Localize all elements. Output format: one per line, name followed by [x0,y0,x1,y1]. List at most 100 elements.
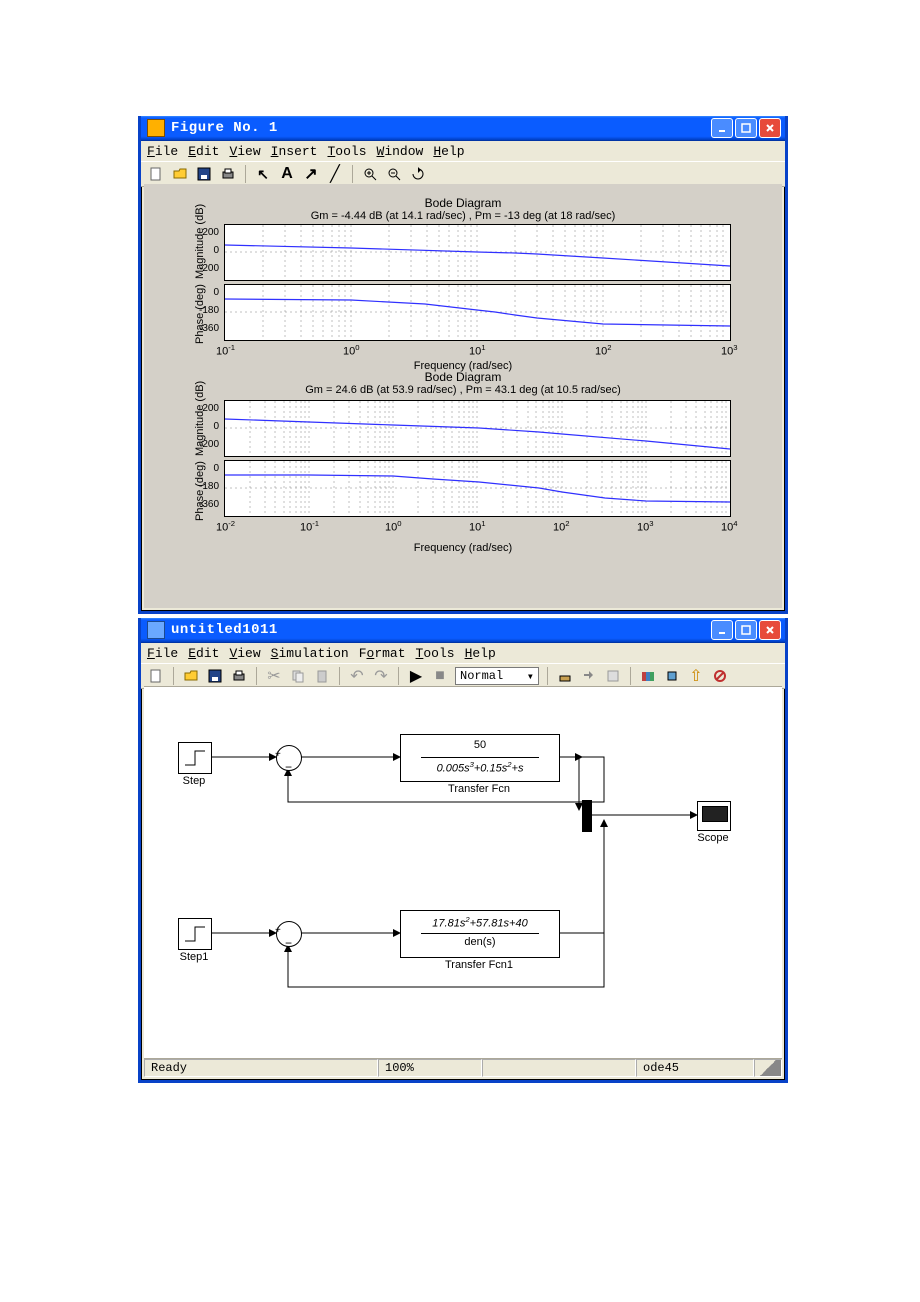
bode2-xtick5: 103 [637,519,654,534]
new-icon[interactable] [147,667,165,685]
arrow-icon[interactable]: ↗ [302,165,320,183]
text-icon[interactable]: A [278,165,296,183]
menu-edit[interactable]: Edit [188,144,219,159]
minimize-button[interactable] [711,620,733,640]
build-icon[interactable] [556,667,574,685]
menu-view[interactable]: View [229,646,260,661]
step-block[interactable] [178,742,212,774]
bode2-xtick6: 104 [721,519,738,534]
bode2-magnitude-axes[interactable] [224,400,731,457]
rotate-icon[interactable] [409,165,427,183]
bode2-xtick4: 102 [553,519,570,534]
goto-parent-icon[interactable]: ⇧ [687,667,705,685]
step-label: Step [170,775,218,787]
bode2-xlabel: Frequency (rad/sec) [144,542,782,554]
menu-window[interactable]: Window [377,144,424,159]
menu-edit[interactable]: Edit [188,646,219,661]
debugger-icon[interactable] [663,667,681,685]
print-icon[interactable] [230,667,248,685]
bode1-xtick0: 10-1 [216,343,235,358]
save-icon[interactable] [206,667,224,685]
sum1-block[interactable]: + − [276,921,302,947]
library-icon[interactable] [639,667,657,685]
menu-file[interactable]: File [147,144,178,159]
transfer-fcn-block[interactable]: 50 0.005s3+0.15s2+s [400,734,560,782]
tf-denominator: 0.005s3+0.15s2+s [401,760,559,775]
figure-canvas: Bode Diagram Gm = -4.44 dB (at 14.1 rad/… [144,184,782,608]
status-ready: Ready [144,1059,378,1077]
menu-insert[interactable]: Insert [271,144,318,159]
menu-help[interactable]: Help [433,144,464,159]
update-icon[interactable] [580,667,598,685]
menu-format[interactable]: Format [359,646,406,661]
menu-file[interactable]: File [147,646,178,661]
step1-label: Step1 [170,951,218,963]
bode2-xtick1: 10-1 [300,519,319,534]
maximize-button[interactable] [735,620,757,640]
bode1-phase-axes[interactable] [224,284,731,341]
bode2-phase-ticks: 0 -180 -360 [196,460,219,514]
close-button[interactable] [759,620,781,640]
bode1-mag-ticks: 200 0 -200 [199,224,219,278]
bode1-xtick3: 102 [595,343,612,358]
bode1-magnitude-axes[interactable]: placeholder [224,224,731,281]
step1-block[interactable] [178,918,212,950]
save-icon[interactable] [195,165,213,183]
copy-icon[interactable] [289,667,307,685]
open-icon[interactable] [171,165,189,183]
bode1-subtitle: Gm = -4.44 dB (at 14.1 rad/sec) , Pm = -… [144,210,782,222]
menu-view[interactable]: View [229,144,260,159]
transfer-fcn1-block[interactable]: 17.81s2+57.81s+40 den(s) [400,910,560,958]
undo-icon[interactable]: ↶ [348,667,366,685]
print-icon[interactable] [219,165,237,183]
menu-tools[interactable]: Tools [327,144,366,159]
menu-simulation[interactable]: Simulation [271,646,349,661]
minimize-button[interactable] [711,118,733,138]
simulink-titlebar[interactable]: untitled1011 [141,618,785,643]
bode1-title: Bode Diagram [144,196,782,210]
maximize-button[interactable] [735,118,757,138]
bode1-xtick4: 103 [721,343,738,358]
compile-icon[interactable] [604,667,622,685]
matlab-icon [147,119,165,137]
line-icon[interactable]: ╱ [326,165,344,183]
figure-titlebar[interactable]: Figure No. 1 [141,116,785,141]
bode2-xtick0: 10-2 [216,519,235,534]
model-canvas[interactable]: Step + − 50 0.005s3+0.15s2+s Transfer Fc… [144,686,782,1059]
close-button[interactable] [759,118,781,138]
scope-block[interactable] [697,801,731,831]
menu-tools[interactable]: Tools [416,646,455,661]
tf-label: Transfer Fcn [400,783,558,795]
start-icon[interactable]: ▶ [407,667,425,685]
mux-block[interactable] [582,800,592,832]
status-bar: Ready 100% ode45 [144,1058,782,1077]
bode1-xtick1: 100 [343,343,360,358]
menu-help[interactable]: Help [465,646,496,661]
stop-icon[interactable]: ■ [431,667,449,685]
simulation-mode-select[interactable]: Normal▾ [455,667,539,685]
bode2-xtick3: 101 [469,519,486,534]
simulink-title: untitled1011 [171,622,278,638]
chevron-down-icon: ▾ [527,669,534,684]
simulink-window: untitled1011 File Edit View Simulation F… [138,618,788,1083]
figure-title: Figure No. 1 [171,120,278,136]
zoom-out-icon[interactable] [385,165,403,183]
model-explorer-icon[interactable] [711,667,729,685]
bode2-subtitle: Gm = 24.6 dB (at 53.9 rad/sec) , Pm = 43… [144,384,782,396]
figure-menubar: File Edit View Insert Tools Window Help [141,141,785,161]
bode2-xtick2: 100 [385,519,402,534]
figure-window: Figure No. 1 File Edit View Insert Tools… [138,116,788,614]
pointer-icon[interactable]: ↖ [254,165,272,183]
new-icon[interactable] [147,165,165,183]
simulink-icon [147,621,165,639]
resize-grip[interactable] [754,1059,782,1077]
paste-icon[interactable] [313,667,331,685]
bode2-phase-axes[interactable] [224,460,731,517]
cut-icon[interactable]: ✂ [265,667,283,685]
redo-icon[interactable]: ↷ [372,667,390,685]
sum-block[interactable]: + − [276,745,302,771]
zoom-in-icon[interactable] [361,165,379,183]
bode1-xtick2: 101 [469,343,486,358]
open-icon[interactable] [182,667,200,685]
tf1-denominator: den(s) [401,936,559,948]
